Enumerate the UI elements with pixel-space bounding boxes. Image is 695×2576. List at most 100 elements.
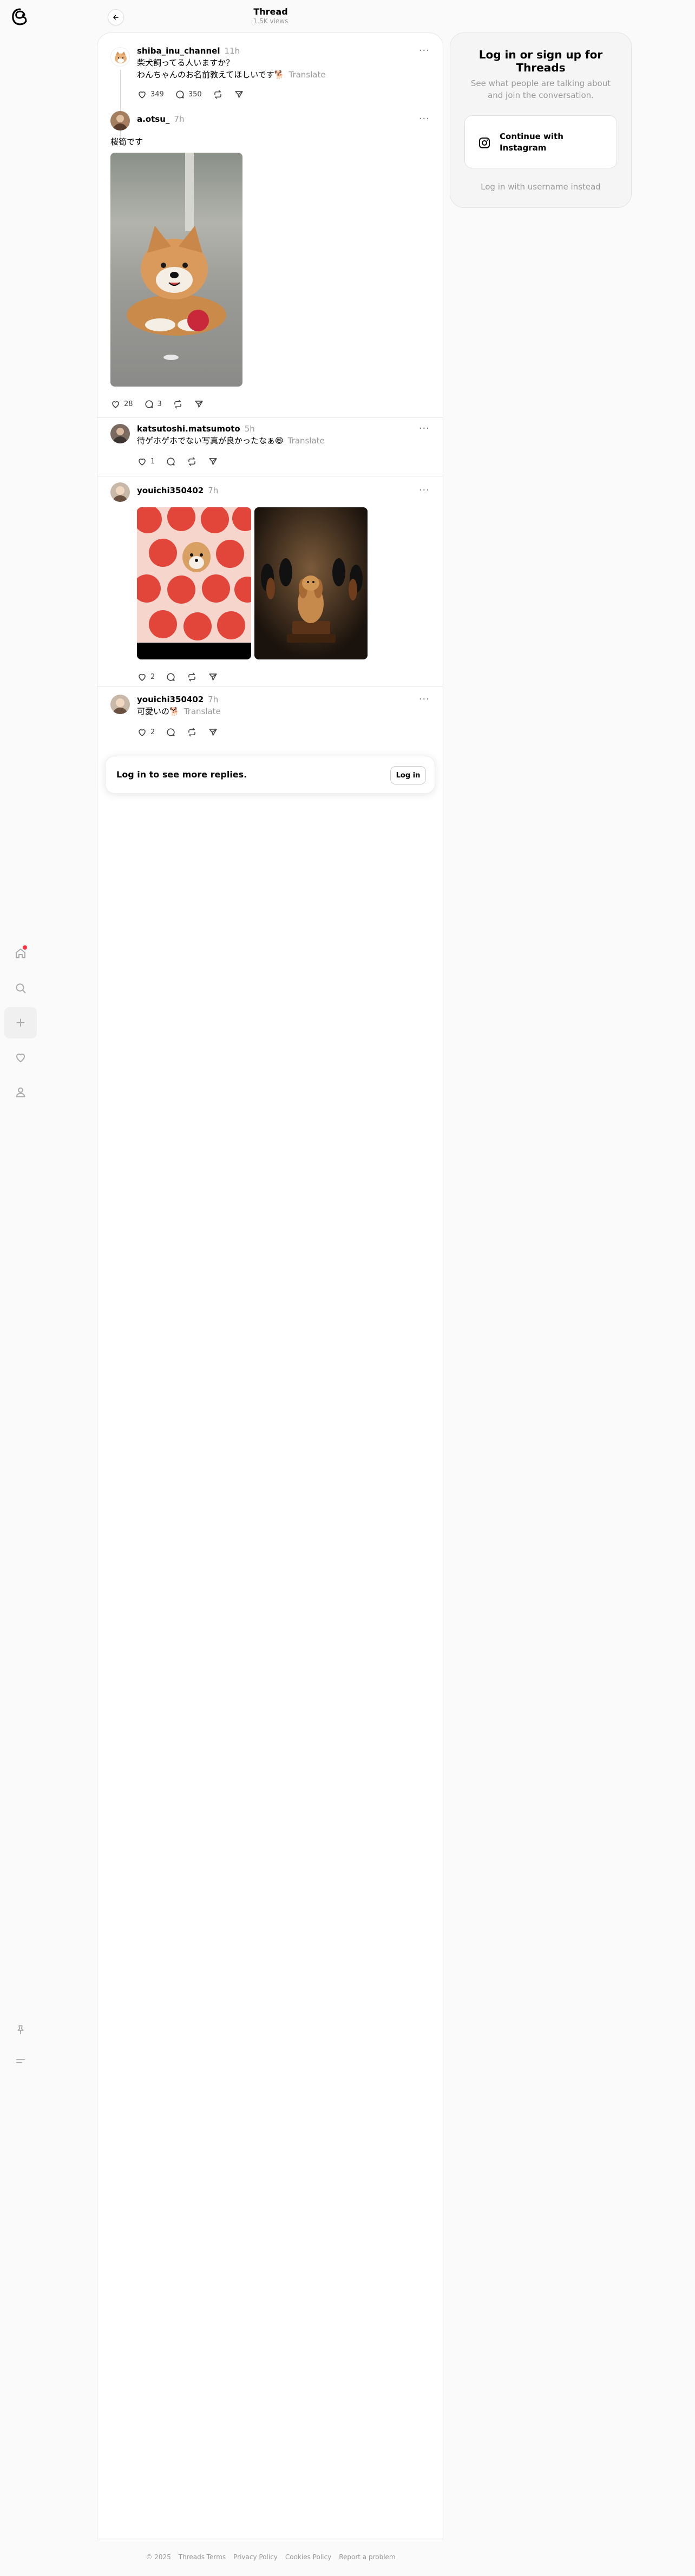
post-image[interactable] — [254, 507, 368, 659]
user-avatar-icon — [113, 428, 128, 443]
reply-button[interactable] — [166, 672, 176, 682]
timestamp: 7h — [208, 486, 219, 495]
post-header: katsutoshi.matsumoto 5h — [137, 424, 255, 434]
username[interactable]: shiba_inu_channel — [137, 46, 220, 56]
thread-feed: shiba_inu_channel 11h ··· 柴犬飼ってる人いますか？ わん… — [97, 32, 443, 2539]
avatar[interactable] — [110, 111, 130, 130]
username[interactable]: youichi350402 — [137, 486, 204, 495]
pin-button[interactable] — [4, 2014, 37, 2045]
more-options-icon[interactable]: ··· — [419, 485, 430, 496]
profile-button[interactable] — [4, 1076, 37, 1108]
search-button[interactable] — [4, 972, 37, 1004]
shiba-avatar-icon — [115, 51, 127, 63]
reply-button[interactable]: 350 — [175, 89, 202, 100]
share-button[interactable] — [208, 727, 218, 737]
footer-link-terms[interactable]: Threads Terms — [179, 2553, 226, 2561]
heart-icon — [112, 401, 119, 408]
menu-icon — [16, 2059, 25, 2063]
timestamp: 7h — [174, 114, 185, 124]
reply-button[interactable] — [166, 456, 176, 467]
footer: © 2025 Threads Terms Privacy Policy Cook… — [0, 2553, 541, 2561]
side-nav-bottom — [0, 2014, 41, 2077]
repost-button[interactable] — [187, 672, 197, 682]
profile-icon — [16, 1087, 25, 1097]
comment-icon — [176, 90, 184, 99]
username[interactable]: a.otsu_ — [137, 114, 169, 124]
username[interactable]: youichi350402 — [137, 695, 204, 704]
user-avatar-icon — [113, 698, 128, 714]
repost-icon — [188, 672, 196, 682]
avatar[interactable] — [110, 482, 130, 502]
user-avatar-icon — [113, 486, 128, 502]
post-text: 桜筍です — [110, 137, 143, 147]
like-button[interactable]: 2 — [137, 672, 155, 682]
reply-button[interactable] — [166, 727, 176, 737]
more-options-icon[interactable]: ··· — [419, 45, 430, 56]
post-line: 待ゲホゲホでない写真が良かったなぁ😄 — [137, 436, 284, 446]
instagram-button-label: Continue with Instagram — [500, 132, 563, 153]
heart-icon — [16, 1054, 25, 1062]
reply-count: 350 — [188, 90, 202, 99]
more-options-icon[interactable]: ··· — [419, 694, 430, 705]
login-card: Log in or sign up for Threads See what p… — [450, 32, 632, 208]
side-nav — [0, 938, 41, 1108]
username[interactable]: katsutoshi.matsumoto — [137, 424, 240, 434]
repost-button[interactable] — [187, 727, 197, 737]
footer-link-report[interactable]: Report a problem — [339, 2553, 395, 2561]
create-button[interactable] — [4, 1007, 37, 1038]
more-options-icon[interactable]: ··· — [419, 423, 430, 434]
like-count: 28 — [124, 400, 133, 408]
comment-icon — [167, 673, 175, 681]
post-text: 可愛いの🐕 Translate — [137, 705, 221, 717]
translate-link[interactable]: Translate — [289, 70, 325, 80]
reply-button[interactable]: 3 — [144, 399, 162, 409]
view-count: 1.5K views — [253, 17, 289, 25]
footer-link-cookies[interactable]: Cookies Policy — [285, 2553, 331, 2561]
more-options-icon[interactable]: ··· — [419, 113, 430, 125]
home-button[interactable] — [4, 938, 37, 969]
post-line: 柴犬飼ってる人いますか？ — [137, 58, 234, 68]
search-icon — [16, 983, 26, 993]
like-button[interactable]: 2 — [137, 727, 155, 737]
heart-icon — [139, 91, 146, 99]
repost-icon — [188, 457, 196, 466]
share-button[interactable] — [208, 672, 218, 682]
plus-icon — [16, 1018, 25, 1027]
translate-link[interactable]: Translate — [184, 707, 221, 716]
username-login-link[interactable]: Log in with username instead — [450, 182, 631, 192]
share-button[interactable] — [194, 399, 204, 409]
send-icon — [209, 729, 217, 736]
share-button[interactable] — [208, 456, 218, 467]
post-image[interactable] — [110, 153, 242, 387]
menu-button[interactable] — [4, 2045, 37, 2077]
heart-icon — [139, 459, 146, 466]
continue-with-instagram-button[interactable]: Continue with Instagram — [464, 115, 617, 168]
divider — [97, 686, 443, 687]
share-button[interactable] — [234, 89, 244, 100]
translate-link[interactable]: Translate — [288, 436, 325, 446]
activity-button[interactable] — [4, 1042, 37, 1073]
post-image[interactable] — [137, 507, 251, 659]
repost-button[interactable] — [213, 89, 223, 100]
page-title: Thread — [253, 6, 288, 17]
post-line: わんちゃんのお名前教えてほしいです🐕 — [137, 70, 285, 80]
post-line: 可愛いの🐕 — [137, 707, 180, 716]
repost-button[interactable] — [173, 399, 183, 409]
heart-icon — [139, 674, 146, 681]
footer-link-privacy[interactable]: Privacy Policy — [233, 2553, 278, 2561]
repost-button[interactable] — [187, 456, 197, 467]
instagram-icon — [479, 138, 490, 148]
pin-icon — [17, 2025, 24, 2035]
like-button[interactable]: 28 — [110, 399, 133, 409]
avatar[interactable] — [110, 47, 130, 67]
like-button[interactable]: 349 — [137, 89, 164, 100]
copyright: © 2025 — [146, 2553, 171, 2561]
avatar[interactable] — [110, 695, 130, 714]
post-actions: 2 — [137, 672, 218, 682]
like-button[interactable]: 1 — [137, 456, 155, 467]
post-header: a.otsu_ 7h — [137, 114, 184, 124]
avatar[interactable] — [110, 424, 130, 443]
apples-photo-icon — [137, 507, 251, 643]
comment-icon — [145, 400, 153, 408]
login-button[interactable]: Log in — [390, 766, 426, 784]
